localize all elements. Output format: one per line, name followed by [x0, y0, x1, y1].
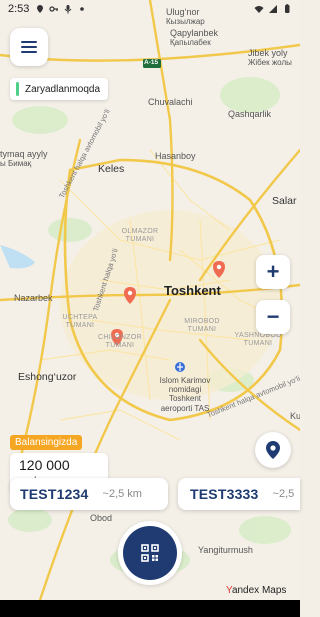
map-label-ulugnor-cyr: Кызылжар [166, 17, 205, 26]
map-label-hasanboy: Hasanboy [155, 151, 196, 161]
map-label-kuy: Kuy [290, 411, 300, 421]
map-label-olmazor: OLMAZOR TUMANI [121, 228, 159, 244]
vpn-key-icon [49, 6, 59, 12]
my-location-button[interactable] [255, 432, 291, 468]
scan-qr-button[interactable] [123, 526, 177, 580]
status-bar: 2:53 [0, 0, 300, 18]
location-pin-icon [37, 5, 44, 13]
battery-icon [285, 4, 290, 13]
map-label-uchtepa: UCHTEPA TUMANI [62, 314, 98, 330]
scan-button-wrapper [118, 521, 182, 585]
station-card-2[interactable]: TEST3333 ~2,5 [178, 478, 300, 510]
charging-status-chip[interactable]: Zaryadlanmoqda [10, 78, 109, 100]
map-label-qapylanbek-cyr: Қапылабек [170, 38, 211, 47]
system-navigation-bar [0, 600, 300, 617]
map-label-qashqarlik: Qashqarlik [228, 109, 272, 119]
wifi-icon [254, 6, 264, 13]
status-time: 2:53 [8, 3, 30, 15]
highway-shield-a15: A-15 [144, 59, 159, 66]
map-label-nazarbek: Nazarbek [14, 293, 53, 303]
map-label-keles: Keles [98, 163, 125, 175]
charging-indicator-bar [16, 82, 19, 96]
charging-status-label: Zaryadlanmoqda [25, 83, 101, 95]
map-label-toshkent: Toshkent [164, 283, 221, 298]
mic-icon [65, 5, 72, 14]
map-label-tymaq-cyr: ы Бимақ [0, 159, 32, 168]
zoom-in-label: + [266, 259, 280, 284]
map-label-obod: Obod [90, 513, 113, 523]
station-name: TEST1234 [20, 486, 89, 502]
map-label-yangiturmush: Yangiturmush [198, 545, 253, 555]
map-label-airport: Islom Karimov nomidagi Toshkent aeroport… [159, 376, 211, 413]
balance-label: Balansingizda [10, 435, 83, 450]
map-label-salar: Salar [272, 195, 297, 207]
map-label-tymaq: tymaq ayyly [0, 149, 48, 159]
airport-icon [175, 362, 185, 372]
menu-button[interactable] [10, 28, 48, 66]
map-label-jibek: Jibek yoly [248, 48, 288, 58]
map-label-yashnobod: YASHNOBOD TUMANI [234, 332, 282, 348]
zoom-out-button[interactable]: − [256, 300, 290, 334]
map-label-chuvalachi: Chuvalachi [148, 97, 193, 107]
map-label-jibek-cyr: Жібек жолы [248, 58, 292, 67]
dot-icon [80, 7, 85, 11]
qr-scan-icon [141, 544, 159, 562]
attribution-rest: andex Maps [231, 585, 287, 596]
map-attribution[interactable]: Yandex Maps [226, 585, 286, 596]
map-label-mirobod: MIROBOD TUMANI [184, 318, 220, 334]
zoom-in-button[interactable]: + [256, 255, 290, 289]
station-name: TEST3333 [190, 486, 259, 502]
signal-icon [269, 5, 277, 13]
hamburger-menu-icon [21, 41, 37, 53]
station-distance: ~2,5 km [102, 488, 142, 500]
zoom-out-label: − [266, 304, 280, 329]
location-pin-icon [266, 441, 280, 459]
station-distance: ~2,5 [272, 488, 295, 500]
map-label-eshonguzor: Eshong‘uzor [18, 371, 77, 383]
map-label-qapylanbek: Qapylanbek [170, 28, 219, 38]
map-label-chilonzor: CHILONZOR TUMANI [98, 334, 142, 350]
station-card-1[interactable]: TEST1234 ~2,5 km [10, 478, 168, 510]
